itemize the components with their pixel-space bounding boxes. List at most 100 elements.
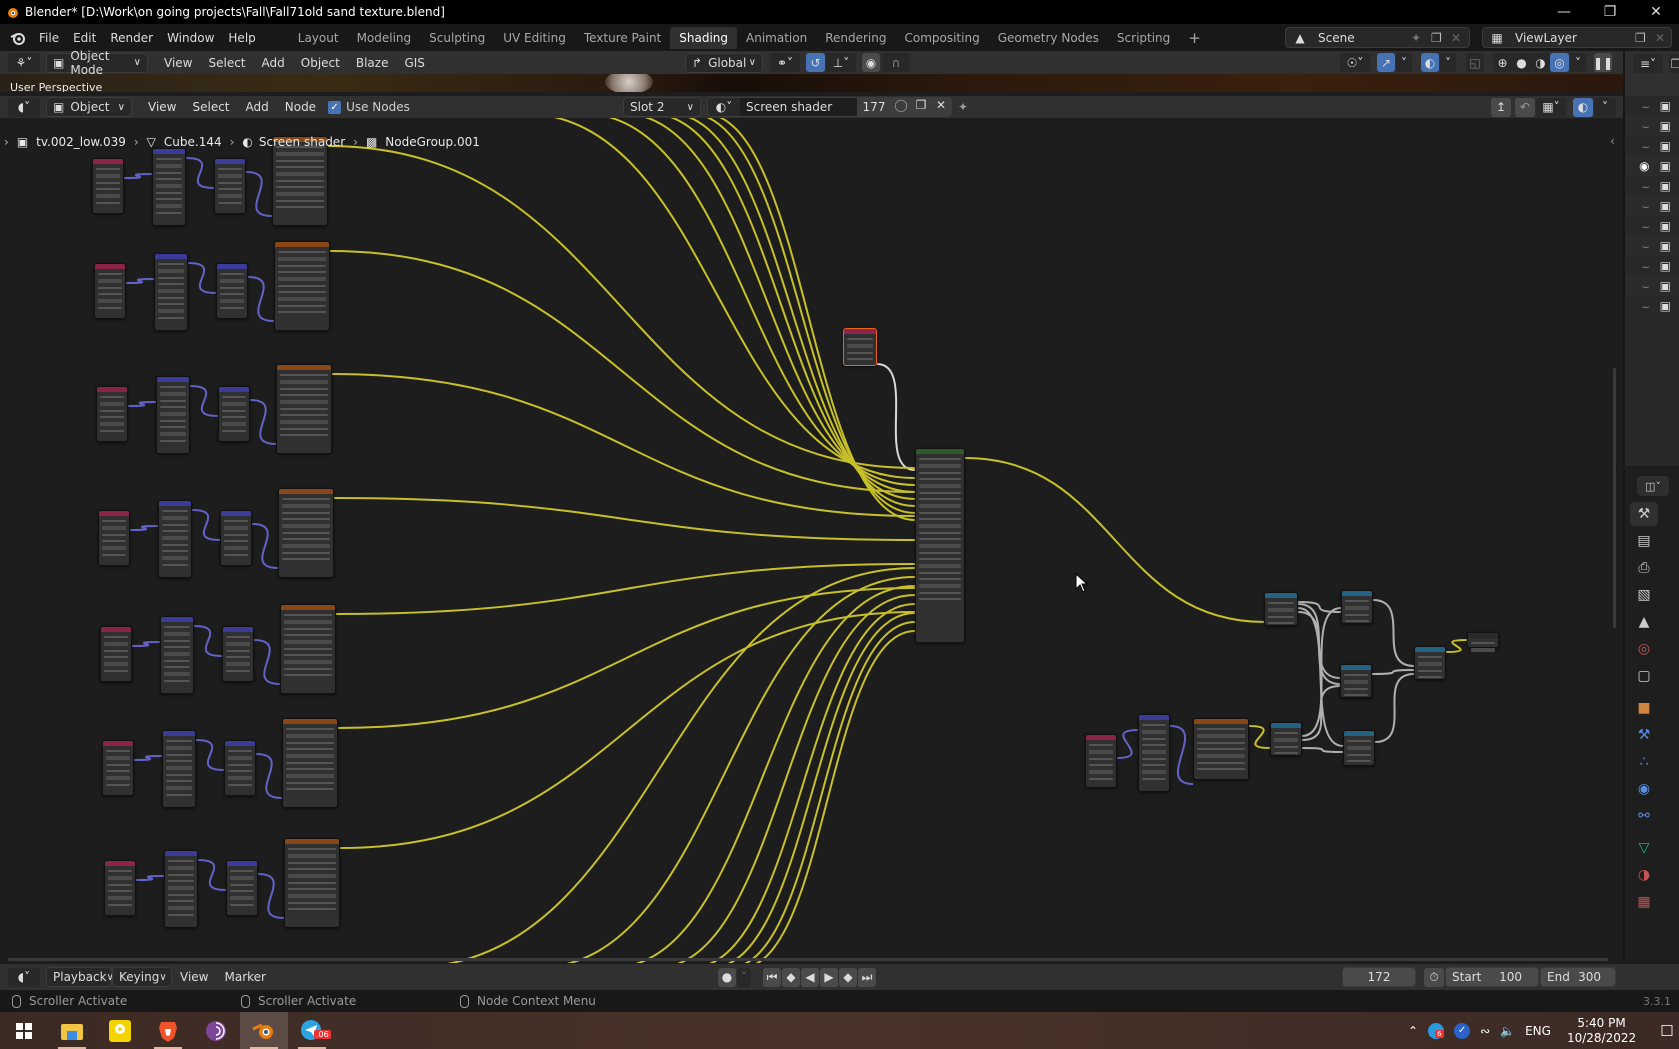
tab-layout[interactable]: Layout [289,27,348,49]
eye-closed-icon[interactable]: ⌣ [1642,279,1650,294]
outliner-row[interactable]: ⌣ ▣ [1625,256,1679,276]
node-editor-canvas[interactable]: › ▣ tv.002_low.039 › ▽ Cube.144 › ◐ Scre… [0,118,1623,963]
render-camera-icon[interactable]: ▣ [1660,119,1671,133]
current-frame-field[interactable]: 172 [1342,967,1416,987]
properties-tab-modifier-icon[interactable]: ⚒ [1630,723,1658,747]
eye-open-icon[interactable]: ◉ [1639,159,1649,173]
gizmo-toggle[interactable]: ↗ [1377,53,1395,72]
tab-animation[interactable]: Animation [737,27,816,49]
eye-closed-icon[interactable]: ⌣ [1642,119,1650,134]
taskbar-brave[interactable] [144,1012,192,1049]
node-snap-element-dropdown[interactable]: ▦˅ [1536,97,1566,117]
outliner-new-collection-button[interactable]: ❐ [1669,54,1679,73]
outliner-row[interactable]: ⌣ ▣ [1625,176,1679,196]
node-snap-toggle[interactable]: ↶ [1515,97,1535,117]
group-node-screen-shader[interactable] [915,448,965,643]
scene-selector[interactable]: ▲ Scene ✦ ❐ ✕ [1285,27,1470,48]
eye-closed-icon[interactable]: ⌣ [1642,199,1650,214]
node-menu-add[interactable]: Add [238,100,277,114]
node-menu-select[interactable]: Select [184,100,237,114]
proportional-edit-toggle[interactable]: ◉ [862,53,880,72]
pivot-point-button[interactable]: ⚭˅ [770,53,800,72]
clock[interactable]: 5:40 PM 10/28/2022 [1567,1016,1636,1046]
combine-rgb-node[interactable] [1414,646,1446,680]
mapping-node[interactable] [162,730,196,808]
outliner-row[interactable]: ⌣ ▣ [1625,236,1679,256]
material-user-count[interactable]: 177 [857,98,891,116]
viewport-menu-object[interactable]: Object [293,56,348,70]
mapping-node-right[interactable] [1138,714,1170,792]
outliner-row[interactable]: ⌣ ▣ [1625,136,1679,156]
tab-compositing[interactable]: Compositing [895,27,988,49]
menu-help[interactable]: Help [221,31,262,45]
properties-tab-constraints-icon[interactable]: ⚯ [1630,804,1658,828]
render-camera-icon[interactable]: ▣ [1660,219,1671,233]
tab-rendering[interactable]: Rendering [816,27,895,49]
minimize-button[interactable]: — [1541,0,1587,24]
tab-texture-paint[interactable]: Texture Paint [575,27,670,49]
editor-type-button[interactable]: ⚘˅ [8,53,40,72]
pin-icon[interactable]: ✦ [1411,31,1431,45]
mapping-node[interactable] [156,376,190,454]
shading-dropdown[interactable]: ˅ [1570,53,1586,72]
mode-selector[interactable]: ▣ Object Mode ∨ [46,49,148,77]
play-reverse-button[interactable]: ◀ [801,967,819,987]
mapping-node-2[interactable] [218,386,250,442]
breadcrumb-mesh[interactable]: Cube.144 [164,135,222,149]
viewport-render-strip[interactable]: User Perspective [0,74,1623,92]
image-texture-node-right[interactable] [1193,718,1249,780]
wifi-icon[interactable]: ∾ [1480,1024,1490,1038]
solid-shading-button[interactable]: ● [1512,53,1531,72]
next-keyframe-button[interactable]: ◆ [839,967,857,987]
close-button[interactable]: ✕ [1633,0,1679,24]
outliner-display-mode-dropdown[interactable]: ≡˅ [1633,54,1663,73]
playback-menu[interactable]: Playback ∨ [46,967,114,987]
mapping-node-2[interactable] [222,626,254,682]
pause-render-button[interactable]: ❚❚ [1593,53,1613,72]
taskbar-player[interactable] [96,1012,144,1049]
viewport-menu-blaze[interactable]: Blaze [348,56,397,70]
mapping-node-2[interactable] [220,510,252,566]
unlink-material-icon[interactable]: ✕ [931,98,951,116]
jump-to-start-button[interactable]: ⏮ [763,967,781,987]
outliner-row[interactable]: ⌣ ▣ [1625,216,1679,236]
math-node-2[interactable] [1340,664,1372,698]
properties-tab-collection-icon[interactable]: ▢ [1630,664,1658,688]
play-button[interactable]: ▶ [820,967,838,987]
render-camera-icon[interactable]: ▣ [1660,279,1671,293]
node-overlay-dropdown[interactable]: ˅ [1594,97,1616,117]
outliner-row[interactable]: ⌣ ▣ [1625,276,1679,296]
menu-edit[interactable]: Edit [66,31,103,45]
use-nodes-checkbox[interactable]: ✓ Use Nodes [328,100,410,114]
render-camera-icon[interactable]: ▣ [1660,139,1671,153]
material-selector[interactable]: ◐˅ Screen shader 177 ◯ ❐ ✕ [707,97,952,117]
language-indicator[interactable]: ENG [1525,1024,1551,1038]
timeline-menu-view[interactable]: View [172,970,216,984]
xray-toggle[interactable]: ◱ [1466,53,1484,72]
node-menu-view[interactable]: View [140,100,184,114]
tray-overflow-chevron-icon[interactable]: ⌃ [1408,1024,1418,1038]
properties-tab-material-icon[interactable]: ◑ [1630,863,1658,887]
start-button[interactable] [0,1012,48,1049]
tex-coord-node-right[interactable] [1085,734,1117,788]
eye-closed-icon[interactable]: ⌣ [1642,239,1650,254]
snap-toggle[interactable]: ↺ [806,53,825,72]
viewport-menu-add[interactable]: Add [254,56,293,70]
snap-target-dropdown[interactable]: ⊥˅ [826,53,856,72]
render-camera-icon[interactable]: ▣ [1660,259,1671,273]
viewport-menu-select[interactable]: Select [200,56,253,70]
image-texture-node[interactable] [282,718,338,808]
group-output-node[interactable] [1467,632,1499,652]
eye-closed-icon[interactable]: ⌣ [1642,259,1650,274]
properties-tab-particles-icon[interactable]: ∴ [1630,750,1658,774]
properties-tab-texture-icon[interactable]: ▦ [1630,890,1658,914]
overlay-toggle[interactable]: ◐ [1421,53,1439,72]
mapping-node[interactable] [160,616,194,694]
horizontal-scrollbar[interactable] [8,958,1608,961]
tab-scripting[interactable]: Scripting [1108,27,1179,49]
properties-tab-physics-icon[interactable]: ◉ [1630,777,1658,801]
rendered-shading-button[interactable]: ◎ [1550,53,1569,72]
stopwatch-icon[interactable]: ⏱ [1424,967,1444,987]
outliner-row[interactable]: ◉ ▣ [1625,156,1679,176]
image-texture-node[interactable] [280,604,336,694]
